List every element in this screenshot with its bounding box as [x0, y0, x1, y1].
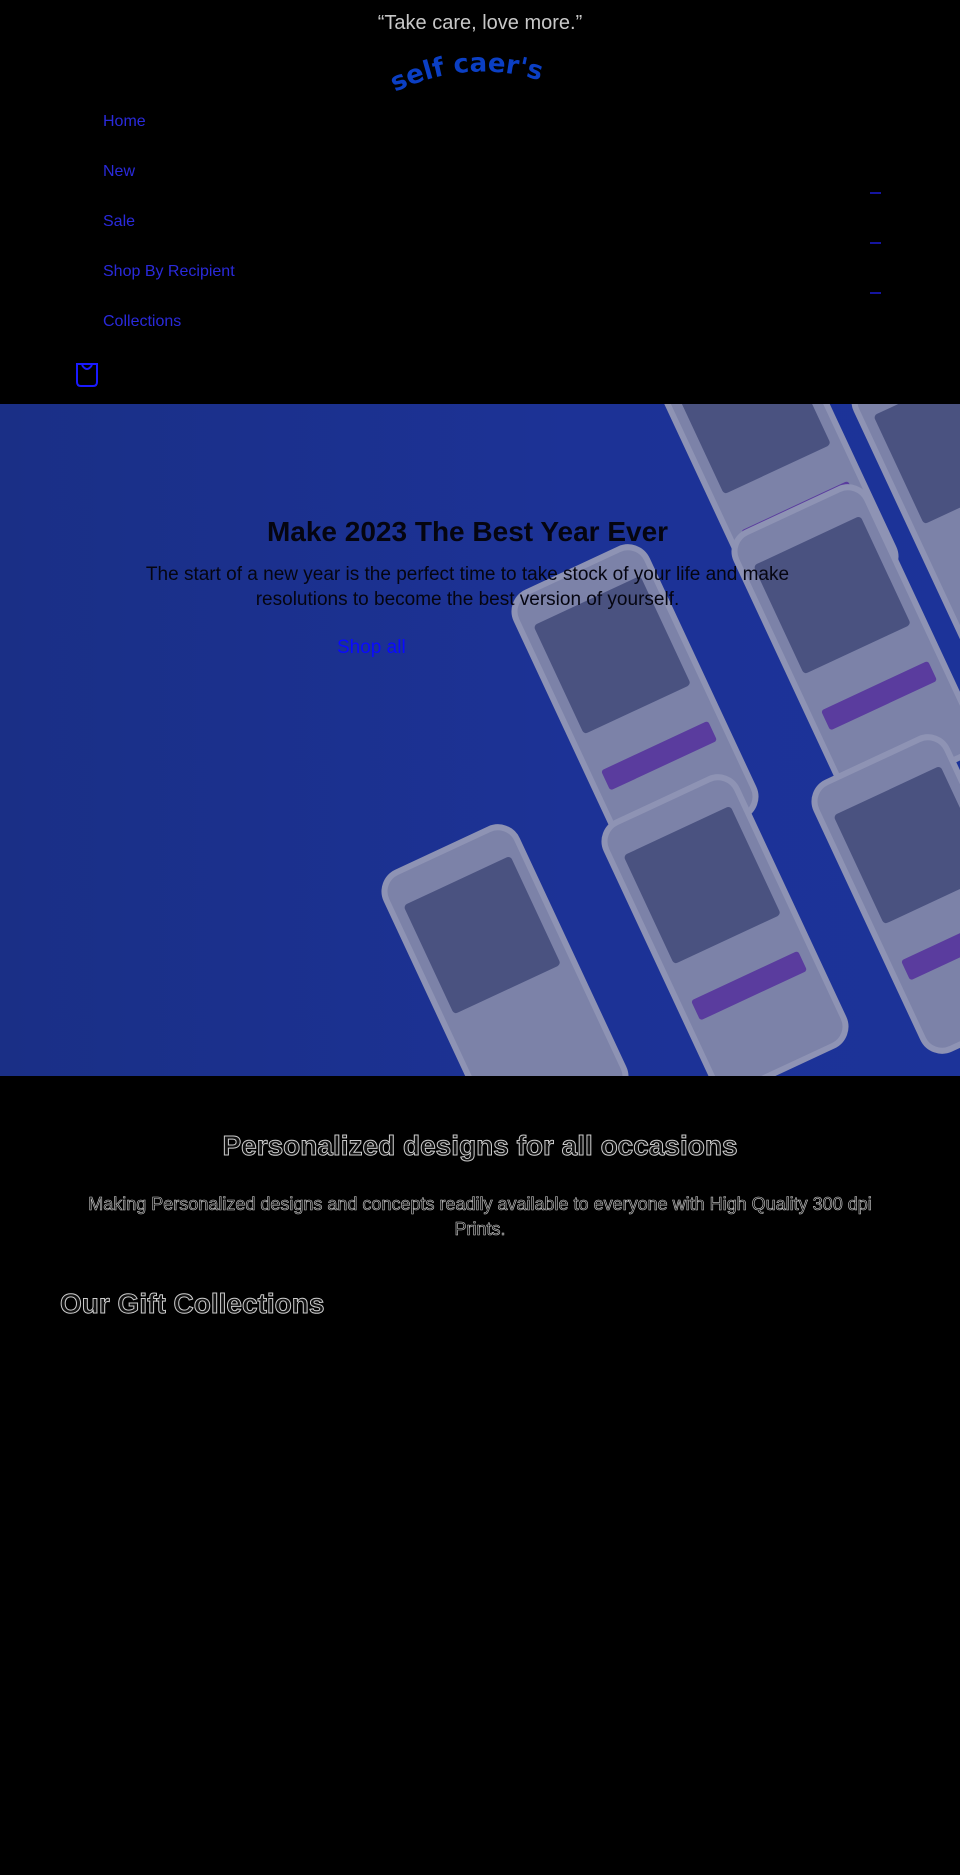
- nav-sale[interactable]: Sale: [103, 213, 135, 231]
- announcement-bar: “Take care, love more.”: [377, 12, 583, 34]
- shop-all-button[interactable]: Shop all: [337, 637, 406, 659]
- expand-recipient-icon[interactable]: [870, 292, 881, 294]
- intro-text: Making Personalized designs and concepts…: [88, 1194, 872, 1240]
- shopping-bag-icon[interactable]: [75, 362, 99, 388]
- svg-text:self caer's: self caer's: [386, 52, 546, 97]
- expand-new-icon[interactable]: [870, 192, 881, 194]
- logo[interactable]: self caer's: [380, 52, 580, 97]
- hero-banner: Make 2023 The Best Year Ever The start o…: [0, 404, 960, 1076]
- hero-title: Make 2023 The Best Year Ever: [266, 516, 669, 547]
- intro-title: Personalized designs for all occasions: [222, 1130, 738, 1162]
- nav-shop-by-recipient[interactable]: Shop By Recipient: [103, 263, 235, 281]
- nav-home[interactable]: Home: [103, 113, 146, 131]
- nav-collections[interactable]: Collections: [103, 313, 181, 331]
- expand-sale-icon[interactable]: [870, 242, 881, 244]
- collections-title: Our Gift Collections: [59, 1288, 325, 1320]
- hero-subtitle: The start of a new year is the perfect t…: [145, 564, 790, 610]
- nav-new[interactable]: New: [103, 163, 135, 181]
